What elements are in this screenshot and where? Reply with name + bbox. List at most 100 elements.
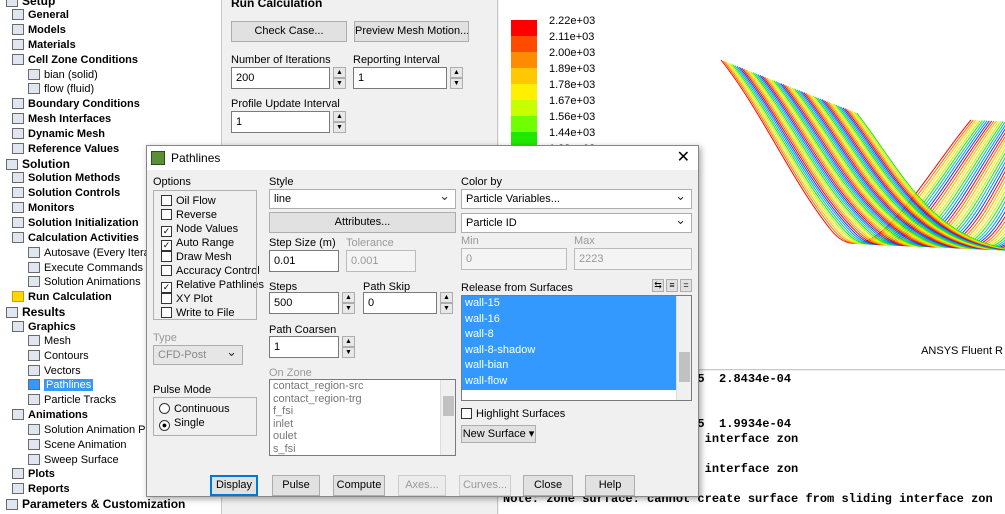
zone-icon bbox=[28, 83, 40, 94]
tree-materials[interactable]: Materials bbox=[12, 38, 76, 53]
display-button[interactable]: Display bbox=[210, 475, 258, 496]
tree-solution-animation-playback[interactable]: Solution Animation Play bbox=[28, 423, 160, 438]
steps-input[interactable]: 500 bbox=[269, 292, 339, 314]
up-arrow-icon[interactable]: ▲ bbox=[440, 292, 453, 303]
step-size-input[interactable]: 0.01 bbox=[269, 250, 339, 272]
tree-bian-solid[interactable]: bian (solid) bbox=[28, 68, 98, 83]
tree-cell-zone[interactable]: Cell Zone Conditions bbox=[12, 53, 138, 68]
tree-boundary[interactable]: Boundary Conditions bbox=[12, 97, 140, 112]
surface-item[interactable]: wall-flow bbox=[462, 373, 691, 390]
steps-spinner[interactable]: ▲ ▼ bbox=[342, 292, 355, 314]
tree-plots[interactable]: Plots bbox=[12, 467, 55, 482]
tree-solution-animations[interactable]: Solution Animations bbox=[28, 275, 141, 290]
up-arrow-icon[interactable]: ▲ bbox=[333, 111, 346, 122]
legend-swatch bbox=[511, 68, 537, 84]
num-iterations-input[interactable]: 200 bbox=[231, 67, 330, 89]
tree-scene-animation[interactable]: Scene Animation bbox=[28, 438, 127, 453]
legend-label: 1.56e+03 bbox=[549, 111, 596, 123]
mesh-interfaces-icon bbox=[12, 113, 24, 124]
tree-general[interactable]: General bbox=[12, 8, 69, 23]
check-case-button[interactable]: Check Case... bbox=[231, 21, 347, 42]
color-by-dropdown[interactable]: Particle Variables... bbox=[461, 187, 692, 209]
surface-item[interactable]: wall-16 bbox=[462, 311, 691, 328]
type-dropdown: CFD-Post bbox=[153, 343, 243, 365]
tree-results[interactable]: Results bbox=[6, 305, 65, 320]
tree-vectors[interactable]: Vectors bbox=[28, 364, 81, 379]
select-all-icon[interactable]: ⇆ bbox=[652, 279, 664, 292]
tree-pathlines[interactable]: Pathlines bbox=[28, 378, 94, 393]
up-arrow-icon[interactable]: ▲ bbox=[333, 67, 346, 78]
new-surface-button[interactable]: New Surface ▾ bbox=[461, 425, 536, 443]
surface-item[interactable]: wall-8 bbox=[462, 327, 691, 343]
tree-run-calculation[interactable]: Run Calculation bbox=[12, 290, 112, 305]
help-button[interactable]: Help bbox=[585, 475, 635, 496]
down-arrow-icon[interactable]: ▼ bbox=[333, 78, 346, 89]
single-radio[interactable]: ● Single bbox=[159, 417, 205, 431]
tree-reference-values[interactable]: Reference Values bbox=[12, 142, 119, 157]
profile-update-spinner[interactable]: ▲ ▼ bbox=[333, 111, 346, 133]
tree-calculation-activities[interactable]: Calculation Activities bbox=[12, 231, 139, 246]
tree-graphics[interactable]: Graphics bbox=[12, 320, 76, 335]
tree-monitors[interactable]: Monitors bbox=[12, 201, 74, 216]
reporting-interval-input[interactable]: 1 bbox=[353, 67, 447, 89]
pulse-button[interactable]: Pulse bbox=[272, 475, 320, 496]
down-arrow-icon[interactable]: ▼ bbox=[342, 303, 355, 314]
path-skip-spinner[interactable]: ▲ ▼ bbox=[440, 292, 453, 314]
attributes-button[interactable]: Attributes... bbox=[269, 212, 456, 233]
path-skip-input[interactable]: 0 bbox=[363, 292, 437, 314]
legend-swatch bbox=[511, 100, 537, 116]
tree-parameters[interactable]: Parameters & Customization bbox=[6, 497, 185, 512]
tree-solution-controls[interactable]: Solution Controls bbox=[12, 186, 120, 201]
deselect-all-icon[interactable]: = bbox=[680, 279, 692, 292]
close-icon[interactable]: ✕ bbox=[677, 146, 690, 170]
tree-solution-methods[interactable]: Solution Methods bbox=[12, 171, 120, 186]
up-arrow-icon[interactable]: ▲ bbox=[342, 292, 355, 303]
tree-solution[interactable]: Solution bbox=[6, 157, 70, 172]
num-iterations-spinner[interactable]: ▲ ▼ bbox=[333, 67, 346, 89]
vectors-icon bbox=[28, 365, 40, 376]
preview-mesh-motion-button[interactable]: Preview Mesh Motion... bbox=[354, 21, 469, 42]
on-zone-list[interactable]: contact_region-src contact_region-trg f_fs… bbox=[269, 379, 456, 456]
max-input: 2223 bbox=[574, 248, 692, 270]
down-arrow-icon[interactable]: ▼ bbox=[342, 347, 355, 358]
tree-sweep-surface[interactable]: Sweep Surface bbox=[28, 453, 119, 468]
path-coarsen-spinner[interactable]: ▲ ▼ bbox=[342, 336, 355, 358]
path-coarsen-input[interactable]: 1 bbox=[269, 336, 339, 358]
surface-item[interactable]: wall-15 bbox=[462, 296, 691, 312]
up-arrow-icon[interactable]: ▲ bbox=[450, 67, 463, 78]
monitors-icon bbox=[12, 202, 24, 213]
down-arrow-icon[interactable]: ▼ bbox=[440, 303, 453, 314]
tree-flow-fluid[interactable]: flow (fluid) bbox=[28, 82, 94, 97]
tree-execute-commands[interactable]: Execute Commands bbox=[28, 261, 143, 276]
close-button[interactable]: Close bbox=[523, 475, 573, 496]
highlight-surfaces-checkbox[interactable]: Highlight Surfaces bbox=[461, 408, 565, 421]
tree-dynamic-mesh[interactable]: Dynamic Mesh bbox=[12, 127, 105, 142]
surface-item[interactable]: wall-8-shadow bbox=[462, 342, 691, 359]
tree-solution-initialization[interactable]: Solution Initialization bbox=[12, 216, 139, 231]
down-arrow-icon[interactable]: ▼ bbox=[333, 122, 346, 133]
tree-mesh-interfaces[interactable]: Mesh Interfaces bbox=[12, 112, 111, 127]
list-view-icon[interactable]: ≡ bbox=[666, 279, 678, 292]
setup-icon bbox=[6, 0, 18, 7]
profile-update-input[interactable]: 1 bbox=[231, 111, 330, 133]
tree-mesh[interactable]: Mesh bbox=[28, 334, 71, 349]
on-zone-scrollbar[interactable] bbox=[440, 380, 455, 455]
tree-autosave[interactable]: Autosave (Every Iterat bbox=[28, 246, 153, 261]
up-arrow-icon[interactable]: ▲ bbox=[342, 336, 355, 347]
style-dropdown[interactable]: line bbox=[269, 187, 456, 209]
surfaces-scrollbar[interactable] bbox=[676, 296, 691, 400]
release-surfaces-list[interactable]: wall-15 wall-16 wall-8 wall-8-shadow wall-bi… bbox=[461, 295, 692, 401]
continuous-radio[interactable]: Continuous bbox=[159, 403, 230, 416]
color-by-variable-dropdown[interactable]: Particle ID bbox=[461, 211, 692, 233]
dialog-titlebar[interactable]: Pathlines ✕ bbox=[147, 146, 698, 170]
tree-models[interactable]: Models bbox=[12, 23, 66, 38]
tree-reports[interactable]: Reports bbox=[12, 482, 70, 497]
down-arrow-icon[interactable]: ▼ bbox=[450, 78, 463, 89]
reporting-interval-spinner[interactable]: ▲ ▼ bbox=[450, 67, 463, 89]
tree-contours[interactable]: Contours bbox=[28, 349, 89, 364]
compute-button[interactable]: Compute bbox=[333, 475, 385, 496]
zone-item: f_fsi bbox=[273, 405, 294, 417]
surface-item[interactable]: wall-bian bbox=[462, 358, 691, 374]
tree-animations[interactable]: Animations bbox=[12, 408, 88, 423]
tree-particle-tracks[interactable]: Particle Tracks bbox=[28, 393, 116, 408]
